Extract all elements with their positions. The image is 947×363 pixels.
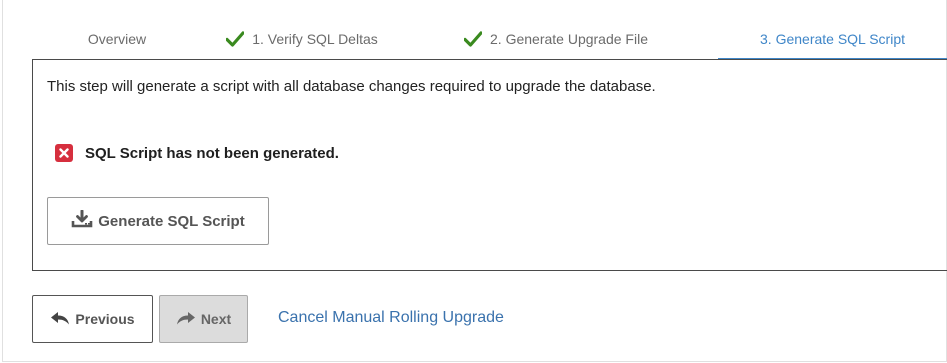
next-button[interactable]: Next bbox=[159, 295, 248, 343]
previous-label: Previous bbox=[75, 311, 135, 327]
forward-arrow-icon bbox=[176, 311, 201, 328]
tab-overview[interactable]: Overview bbox=[32, 18, 202, 60]
previous-button[interactable]: Previous bbox=[32, 295, 153, 343]
tab-verify-sql-deltas[interactable]: 1. Verify SQL Deltas bbox=[207, 18, 397, 60]
generate-sql-script-button[interactable]: Generate SQL Script bbox=[47, 197, 269, 245]
error-x-icon bbox=[55, 144, 73, 162]
cancel-upgrade-link[interactable]: Cancel Manual Rolling Upgrade bbox=[278, 309, 504, 327]
step-description: This step will generate a script with al… bbox=[47, 78, 656, 95]
next-label: Next bbox=[200, 311, 232, 327]
generate-button-label: Generate SQL Script bbox=[98, 212, 245, 230]
tab-label: 3. Generate SQL Script bbox=[760, 31, 905, 47]
tab-generate-sql-script[interactable]: 3. Generate SQL Script bbox=[718, 18, 947, 60]
step-panel: This step will generate a script with al… bbox=[32, 59, 947, 271]
reply-arrow-icon bbox=[50, 311, 75, 328]
checkmark-icon bbox=[463, 31, 483, 47]
status-message: SQL Script has not been generated. bbox=[55, 144, 339, 162]
tab-label: Overview bbox=[87, 31, 147, 47]
status-text: SQL Script has not been generated. bbox=[85, 144, 339, 162]
download-icon bbox=[71, 209, 98, 232]
tab-label: 2. Generate Upgrade File bbox=[490, 31, 648, 47]
tab-label: 1. Verify SQL Deltas bbox=[252, 31, 378, 47]
checkmark-icon bbox=[225, 31, 245, 47]
wizard-tabs: Overview 1. Verify SQL Deltas 2. Generat… bbox=[32, 18, 947, 60]
tab-generate-upgrade-file[interactable]: 2. Generate Upgrade File bbox=[440, 18, 672, 60]
